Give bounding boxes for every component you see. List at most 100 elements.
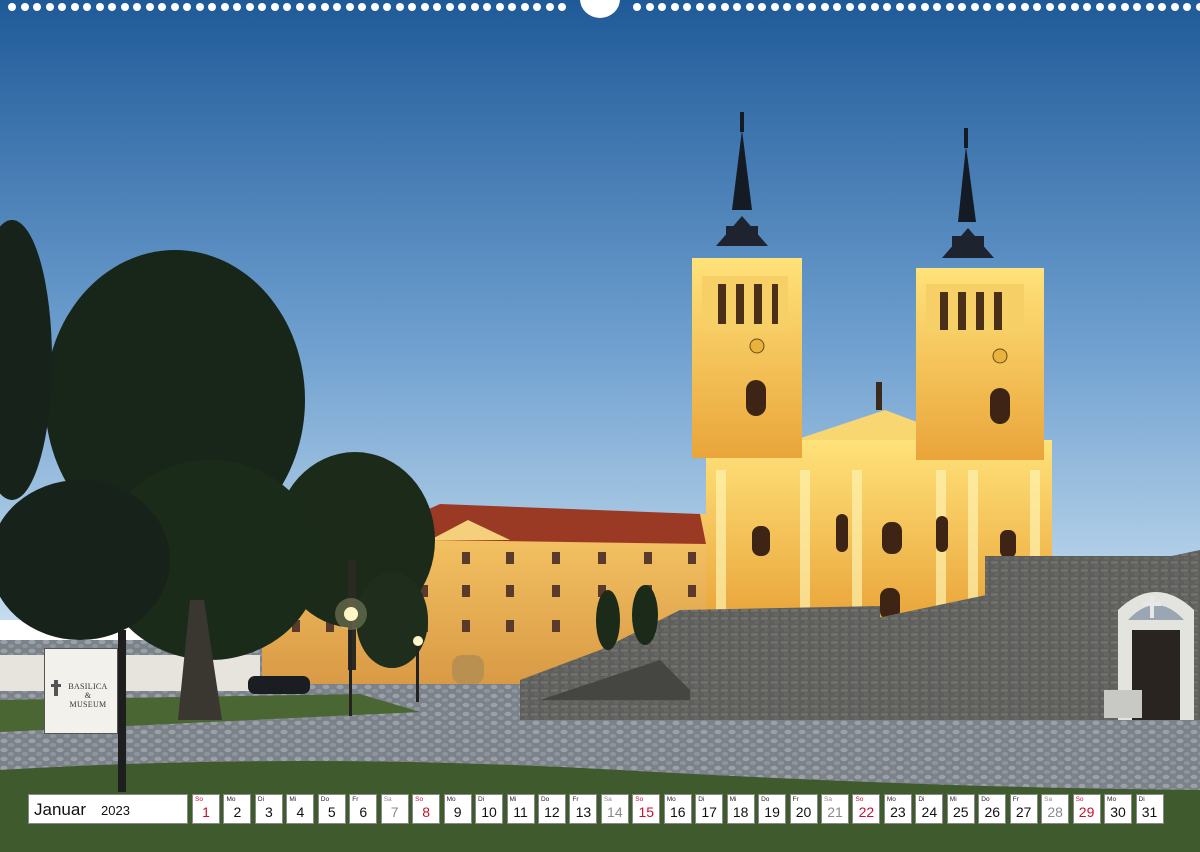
day-cell: Sa 14 (600, 794, 629, 824)
day-number: 14 (607, 804, 623, 820)
binding-hole (358, 3, 366, 11)
binding-hole (295, 3, 304, 11)
month-label-box: Januar 2023 (28, 794, 188, 824)
day-number: 20 (795, 804, 812, 820)
day-number: 9 (453, 804, 462, 820)
day-cell: Fr 13 (569, 794, 598, 824)
binding-hole (333, 3, 341, 11)
day-number: 28 (1047, 804, 1063, 820)
month-name: Januar (34, 800, 86, 819)
binding-hole (220, 3, 229, 11)
day-cell: Sa 7 (380, 794, 409, 824)
binding-hole (108, 3, 116, 11)
day-number: 15 (638, 804, 655, 820)
day-number: 16 (669, 804, 686, 820)
weekday-label: Do (981, 796, 990, 803)
binding-hole (45, 3, 54, 11)
binding-hole (70, 3, 79, 11)
day-number: 8 (422, 804, 431, 820)
binding-hole (720, 3, 729, 11)
binding-hole (308, 3, 316, 11)
weekday-label: Di (698, 796, 705, 803)
day-cell: Di 10 (475, 794, 504, 824)
binding-hole (1120, 3, 1129, 11)
day-number: 23 (890, 804, 906, 820)
day-number: 17 (701, 804, 717, 820)
binding-hole (208, 3, 216, 11)
calendar-strip: Januar 2023 So 1 Mo 2 Di 3 Mi 4 Do 5 Fr 6 Sa 7 So 8 Mo 9 D… (28, 794, 1172, 824)
binding-hole (633, 3, 641, 11)
weekday-label: So (635, 796, 644, 803)
binding-hole (795, 3, 804, 11)
day-cell: Mo 16 (663, 794, 692, 824)
binding-hole (1170, 3, 1179, 11)
weekday-label: Mi (949, 796, 957, 803)
binding-hole (1045, 3, 1054, 11)
binding-hole (345, 3, 354, 11)
binding-hole (1058, 3, 1066, 11)
basilica-photo (0, 0, 1200, 852)
day-cell: Mo 23 (883, 794, 912, 824)
weekday-label: Do (540, 796, 550, 803)
day-number: 6 (359, 804, 368, 820)
weekday-label: So (1075, 796, 1084, 803)
binding-hole (558, 3, 566, 11)
day-cell: Fr 27 (1009, 794, 1038, 824)
binding-hole (970, 3, 979, 11)
weekday-label: Mi (729, 796, 737, 803)
day-number: 5 (327, 804, 336, 820)
binding-hole (945, 3, 954, 11)
day-cell: Sa 28 (1041, 794, 1070, 824)
day-cell: So 29 (1072, 794, 1101, 824)
day-cell: Mi 4 (286, 794, 315, 824)
day-cell: Mi 18 (726, 794, 755, 824)
binding-hole (233, 3, 241, 11)
binding-hole (458, 3, 466, 11)
binding-hole (508, 3, 516, 11)
binding-hole (883, 3, 891, 11)
day-number: 22 (858, 804, 875, 820)
day-number: 26 (984, 804, 1001, 820)
binding-hole (370, 3, 379, 11)
binding-hole (983, 3, 991, 11)
binding-hole (520, 3, 529, 11)
binding-hole (408, 3, 416, 11)
binding-hole (1108, 3, 1116, 11)
day-number: 19 (764, 804, 780, 820)
binding-hole (33, 3, 41, 11)
weekday-label: Fr (572, 796, 579, 803)
binding-hole (1008, 3, 1016, 11)
binding-hole (870, 3, 879, 11)
binding-hole (433, 3, 441, 11)
day-number: 13 (575, 804, 592, 820)
weekday-label: Fr (1012, 796, 1019, 803)
binding-hole (270, 3, 279, 11)
sign-line-1: BASILICA (68, 682, 108, 691)
binding-hole (895, 3, 904, 11)
binding-hole (1195, 3, 1200, 11)
binding-hole (8, 3, 16, 11)
weekday-label: Sa (603, 796, 612, 803)
binding-hole (995, 3, 1004, 11)
binding-hole (770, 3, 779, 11)
day-number: 4 (296, 804, 305, 820)
binding-hole (1033, 3, 1041, 11)
binding-hole (533, 3, 541, 11)
day-number: 21 (827, 804, 843, 820)
binding-hole (195, 3, 204, 11)
day-number: 7 (390, 804, 399, 820)
binding-hole (495, 3, 504, 11)
weekday-label: Mi (289, 796, 297, 803)
day-cell: So 1 (192, 794, 220, 824)
binding-hole (1070, 3, 1079, 11)
day-cell: Do 5 (317, 794, 346, 824)
binding-hole (545, 3, 554, 11)
binding-hole (1158, 3, 1166, 11)
binding-hole (845, 3, 854, 11)
weekday-label: Mo (666, 796, 676, 803)
day-cell: Fr 6 (349, 794, 378, 824)
day-cell: So 22 (852, 794, 881, 824)
sign-line-3: MUSEUM (69, 700, 107, 709)
weekday-label: Fr (352, 796, 359, 803)
basilica-museum-sign: BASILICA & MUSEUM (43, 647, 119, 735)
